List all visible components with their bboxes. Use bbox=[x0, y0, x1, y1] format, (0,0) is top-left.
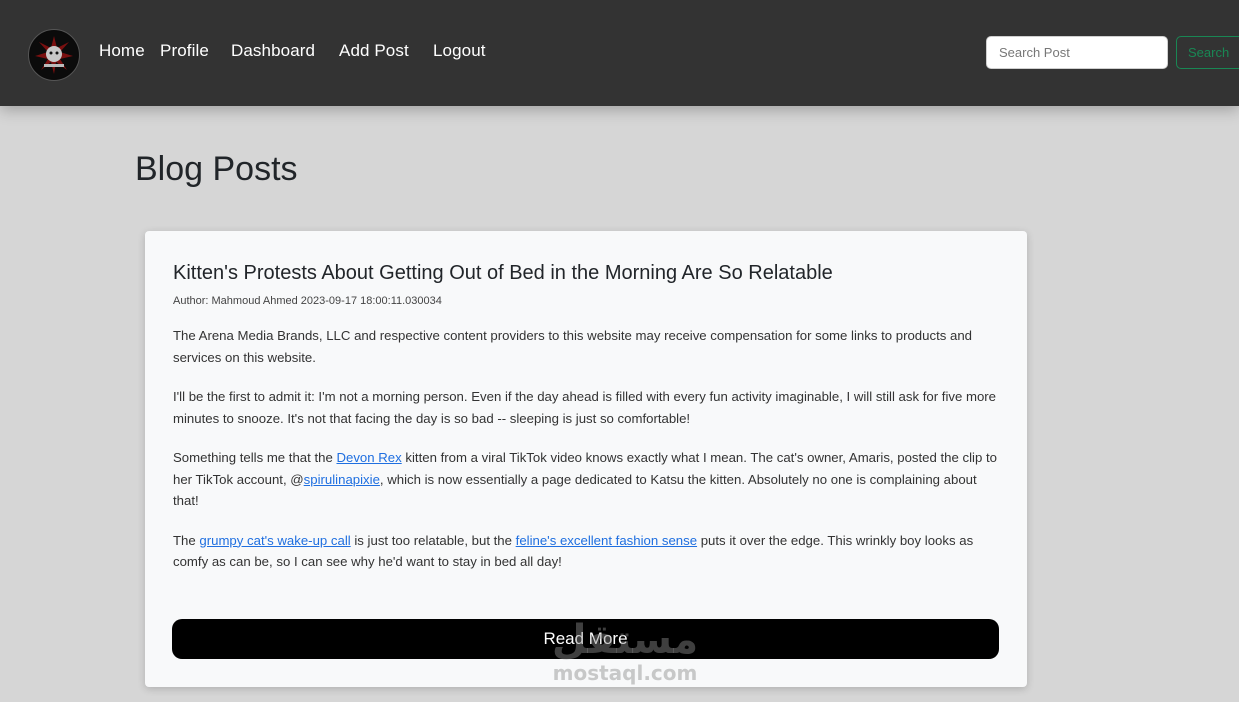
nav-add-post-link[interactable]: Add Post bbox=[339, 41, 409, 61]
nav-dashboard-link[interactable]: Dashboard bbox=[231, 41, 315, 61]
search-input[interactable] bbox=[986, 36, 1168, 69]
nav-logout-link[interactable]: Logout bbox=[433, 41, 486, 61]
devon-rex-link[interactable]: Devon Rex bbox=[336, 450, 401, 465]
text-segment: Something tells me that the bbox=[173, 450, 337, 465]
post-card: Kitten's Protests About Getting Out of B… bbox=[145, 231, 1027, 687]
post-meta: Author: Mahmoud Ahmed 2023-09-17 18:00:1… bbox=[173, 295, 442, 307]
post-paragraph-2: I'll be the first to admit it: I'm not a… bbox=[173, 389, 997, 426]
text-segment: is just too relatable, but the bbox=[350, 532, 516, 548]
brand-logo-icon[interactable] bbox=[28, 29, 80, 81]
post-paragraph-3: Something tells me that the Devon Rex ki… bbox=[173, 447, 1003, 512]
read-more-button[interactable]: Read More bbox=[172, 619, 999, 659]
post-paragraph-1: The Arena Media Brands, LLC and respecti… bbox=[173, 328, 972, 365]
navbar: Home Profile Dashboard Add Post Logout S… bbox=[0, 0, 1239, 106]
nav-profile-link[interactable]: Profile bbox=[160, 41, 209, 61]
text-segment: The bbox=[173, 532, 200, 548]
grumpy-cat-link[interactable]: grumpy cat's wake-up call bbox=[199, 533, 350, 548]
nav-home-link[interactable]: Home bbox=[99, 41, 145, 61]
page-title: Blog Posts bbox=[135, 150, 298, 188]
fashion-sense-link[interactable]: feline's excellent fashion sense bbox=[516, 533, 697, 548]
spirulinapixie-link[interactable]: spirulinapixie bbox=[304, 472, 380, 487]
search-button[interactable]: Search bbox=[1176, 36, 1239, 69]
post-title: Kitten's Protests About Getting Out of B… bbox=[173, 262, 833, 284]
post-paragraph-4: The grumpy cat's wake-up call is just to… bbox=[173, 530, 1003, 573]
